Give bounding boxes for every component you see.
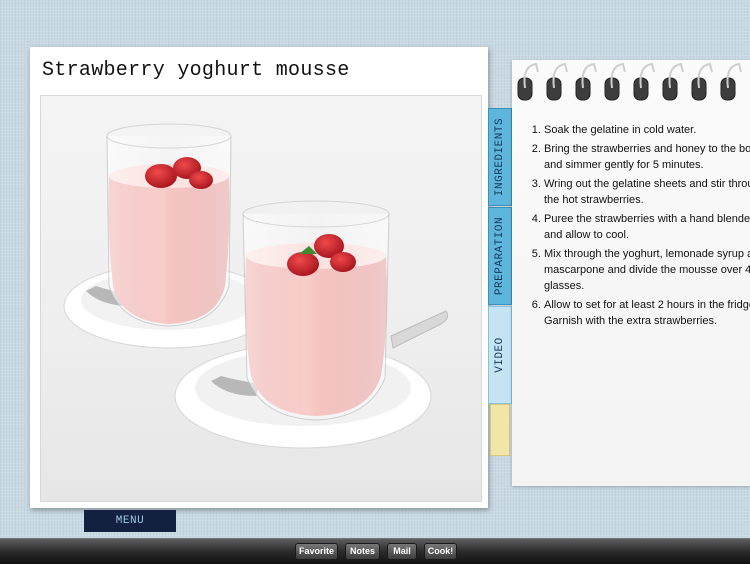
notes-button[interactable]: Notes (345, 543, 380, 560)
preparation-steps: Soak the gelatine in cold water. Bring t… (522, 122, 750, 332)
recipe-photo (40, 95, 482, 502)
recipe-card: Strawberry yoghurt mousse (30, 47, 488, 508)
step-item: Wring out the gelatine sheets and stir t… (544, 176, 750, 208)
bottom-toolbar: Favorite Notes Mail Cook! (0, 538, 750, 564)
preparation-notepad: Soak the gelatine in cold water. Bring t… (512, 60, 750, 486)
step-item: Puree the strawberries with a hand blend… (544, 211, 750, 243)
tab-ingredients-label: INGREDIENTS (494, 117, 506, 197)
tab-preparation[interactable]: PREPARATION (488, 207, 512, 305)
step-item: Soak the gelatine in cold water. (544, 122, 750, 138)
favorite-button[interactable]: Favorite (295, 543, 338, 560)
menu-button[interactable]: MENU (84, 510, 176, 532)
tab-ingredients[interactable]: INGREDIENTS (488, 108, 512, 206)
tab-preparation-label: PREPARATION (494, 216, 506, 296)
tab-video[interactable]: VIDEO (488, 306, 512, 404)
mousse-illustration (63, 123, 449, 449)
recipe-title: Strawberry yoghurt mousse (42, 59, 350, 82)
step-item: Bring the strawberries and honey to the … (544, 141, 750, 173)
spiral-binding (517, 62, 742, 101)
tab-strip (490, 404, 510, 456)
mail-button[interactable]: Mail (387, 543, 417, 560)
tab-video-label: VIDEO (494, 337, 507, 373)
cook-button[interactable]: Cook! (424, 543, 457, 560)
step-item: Mix through the yoghurt, lemonade syrup … (544, 246, 750, 294)
step-item: Allow to set for at least 2 hours in the… (544, 297, 750, 329)
